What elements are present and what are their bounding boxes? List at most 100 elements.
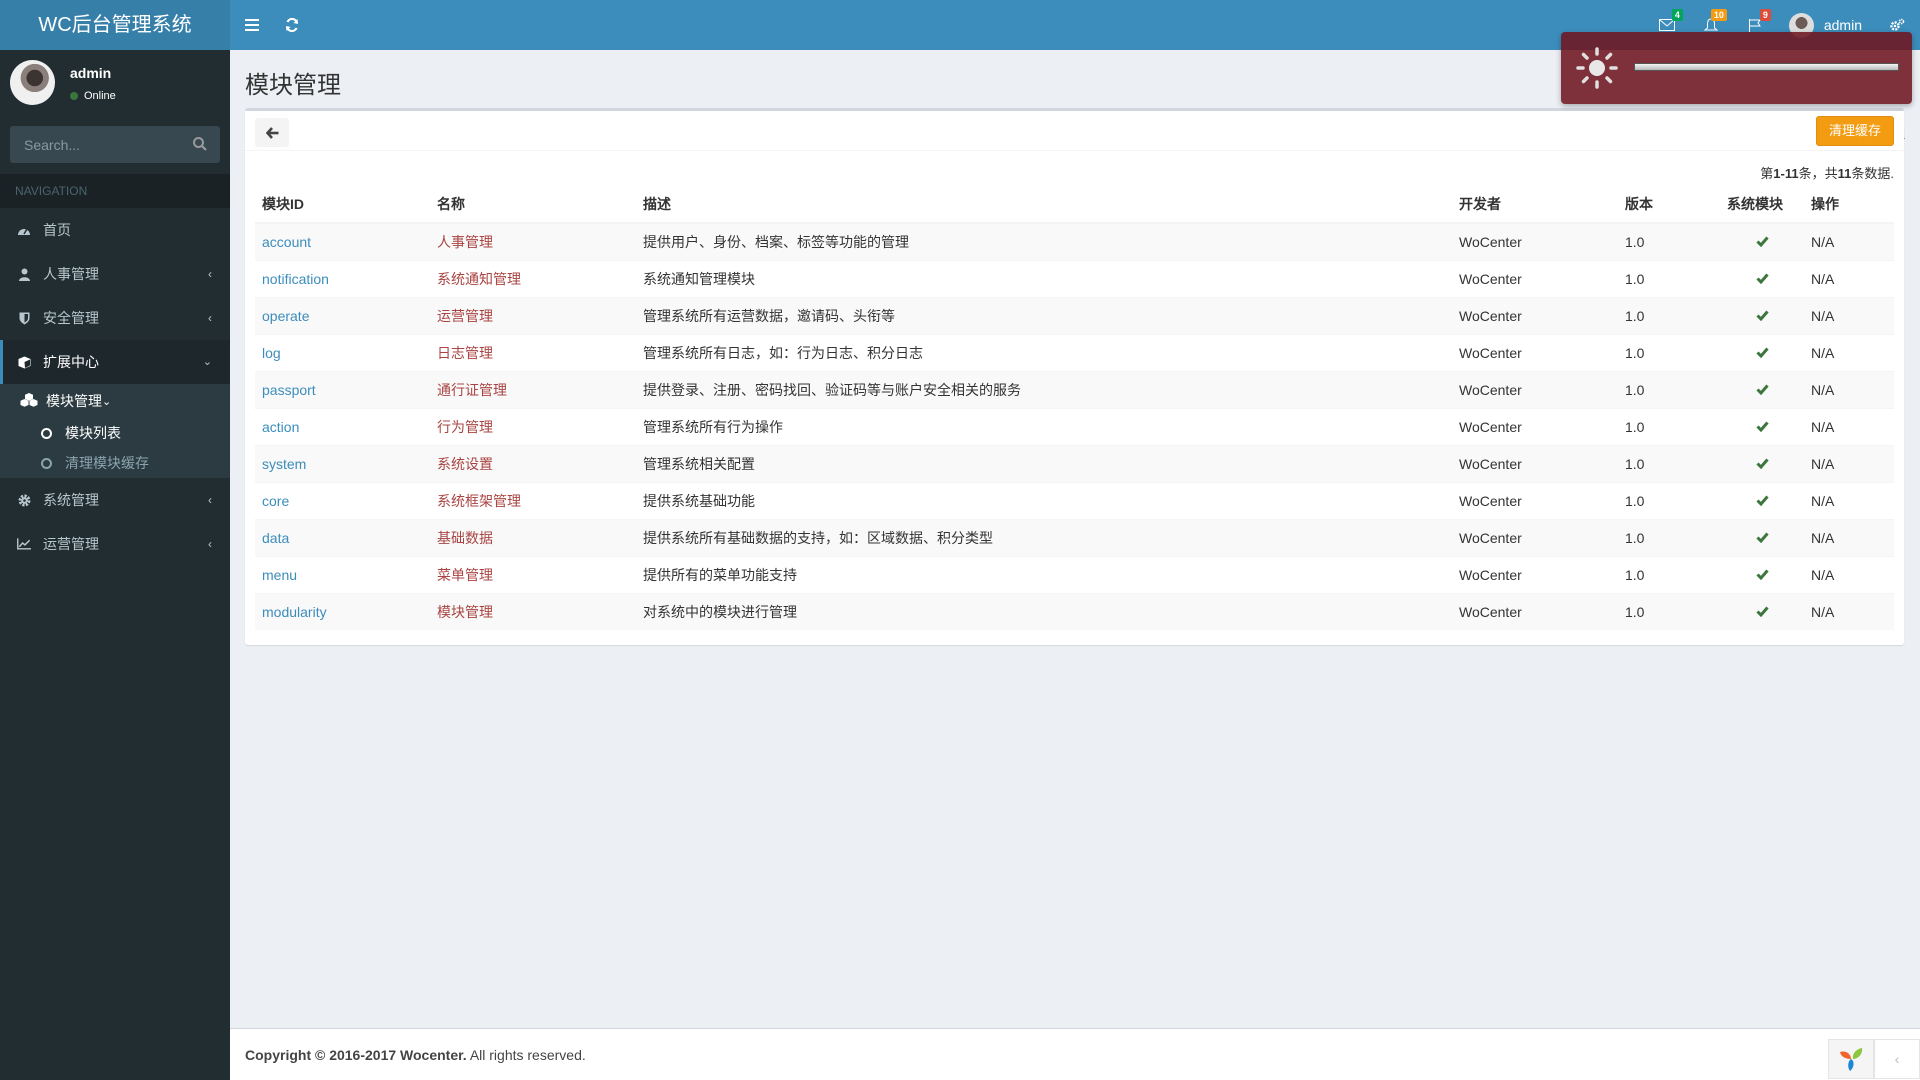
cell-developer: WoCenter bbox=[1452, 259, 1618, 297]
notifications-badge: 10 bbox=[1710, 9, 1727, 21]
shield-icon bbox=[17, 311, 31, 325]
table-row: data 基础数据 提供系统所有基础数据的支持，如：区域数据、积分类型 WoCente… bbox=[255, 518, 1894, 556]
sidebar-search-input[interactable] bbox=[10, 126, 220, 163]
summary-total: 11 bbox=[1837, 166, 1852, 181]
sidebar: admin Online NAVIGATION 首页 人事管理 ‹ 安全管理 ‹… bbox=[0, 50, 230, 1080]
sidebar-item-clear-module-cache[interactable]: 清理模块缓存 bbox=[0, 448, 230, 478]
module-name-link[interactable]: 运营管理 bbox=[437, 308, 493, 324]
cell-module-name: 日志管理 bbox=[430, 333, 636, 371]
module-id-link[interactable]: action bbox=[262, 419, 299, 435]
module-id-link[interactable]: menu bbox=[262, 567, 297, 583]
module-name-link[interactable]: 菜单管理 bbox=[437, 567, 493, 583]
table-row: account 人事管理 提供用户、身份、档案、标签等功能的管理 WoCenter 1.… bbox=[255, 222, 1894, 260]
loading-overlay bbox=[1561, 32, 1912, 104]
module-id-link[interactable]: account bbox=[262, 234, 311, 250]
module-id-link[interactable]: data bbox=[262, 530, 289, 546]
cell-system-module bbox=[1720, 444, 1804, 482]
cell-version: 1.0 bbox=[1618, 407, 1720, 445]
app-logo[interactable]: WC后台管理系统 bbox=[0, 0, 230, 50]
yii-debug-toolbar-logo[interactable] bbox=[1828, 1039, 1874, 1079]
table-row: log 日志管理 管理系统所有日志，如：行为日志、积分日志 WoCenter 1.0 N/… bbox=[255, 333, 1894, 371]
module-id-link[interactable]: modularity bbox=[262, 604, 327, 620]
module-table: 模块ID 名称 描述 开发者 版本 系统模块 操作 account 人事管理 提供用… bbox=[255, 186, 1894, 630]
cell-description: 提供登录、注册、密码找回、验证码等与账户安全相关的服务 bbox=[636, 370, 1452, 408]
check-icon bbox=[1755, 347, 1769, 358]
table-header-row: 模块ID 名称 描述 开发者 版本 系统模块 操作 bbox=[255, 186, 1894, 224]
sidebar-item-label: 安全管理 bbox=[43, 310, 99, 326]
module-name-link[interactable]: 模块管理 bbox=[437, 604, 493, 620]
check-icon bbox=[1755, 236, 1769, 247]
column-header-name[interactable]: 名称 bbox=[430, 186, 636, 224]
cell-description: 管理系统所有日志，如：行为日志、积分日志 bbox=[636, 333, 1452, 371]
column-header-id[interactable]: 模块ID bbox=[255, 186, 430, 224]
module-name-link[interactable]: 基础数据 bbox=[437, 530, 493, 546]
column-header-developer: 开发者 bbox=[1452, 186, 1618, 224]
sidebar-item-module-management[interactable]: 模块管理 ⌄ bbox=[0, 384, 230, 418]
debug-toolbar-toggle[interactable]: ‹ bbox=[1874, 1039, 1920, 1079]
back-button[interactable] bbox=[255, 118, 289, 147]
sidebar-item-system[interactable]: 系统管理 ‹ bbox=[0, 478, 230, 522]
tasks-badge: 9 bbox=[1759, 9, 1771, 21]
cell-developer: WoCenter bbox=[1452, 555, 1618, 593]
module-name-link[interactable]: 行为管理 bbox=[437, 419, 493, 435]
sidebar-item-security[interactable]: 安全管理 ‹ bbox=[0, 296, 230, 340]
cell-module-id: action bbox=[255, 407, 430, 445]
cell-actions: N/A bbox=[1804, 592, 1894, 630]
copyright-text: All rights reserved. bbox=[466, 1046, 586, 1063]
cell-description: 提供系统基础功能 bbox=[636, 481, 1452, 519]
module-name-link[interactable]: 人事管理 bbox=[437, 234, 493, 250]
cell-module-id: passport bbox=[255, 370, 430, 408]
module-id-link[interactable]: system bbox=[262, 456, 306, 472]
sidebar-item-module-list[interactable]: 模块列表 bbox=[0, 418, 230, 448]
module-id-link[interactable]: log bbox=[262, 345, 281, 361]
module-name-link[interactable]: 系统设置 bbox=[437, 456, 493, 472]
cell-developer: WoCenter bbox=[1452, 444, 1618, 482]
cell-system-module bbox=[1720, 555, 1804, 593]
cell-version: 1.0 bbox=[1618, 259, 1720, 297]
sidebar-item-extensions[interactable]: 扩展中心 ⌄ bbox=[0, 340, 230, 384]
chevron-left-icon: ‹ bbox=[208, 493, 212, 507]
module-id-link[interactable]: core bbox=[262, 493, 289, 509]
cell-actions: N/A bbox=[1804, 296, 1894, 334]
cell-developer: WoCenter bbox=[1452, 518, 1618, 556]
module-name-link[interactable]: 日志管理 bbox=[437, 345, 493, 361]
yii-logo-icon bbox=[1840, 1048, 1863, 1071]
user-avatar bbox=[10, 60, 55, 105]
module-name-link[interactable]: 通行证管理 bbox=[437, 382, 507, 398]
cell-system-module bbox=[1720, 370, 1804, 408]
search-icon[interactable] bbox=[192, 136, 208, 152]
refresh-button[interactable] bbox=[272, 0, 312, 50]
check-icon bbox=[1755, 273, 1769, 284]
sidebar-item-operations[interactable]: 运营管理 ‹ bbox=[0, 522, 230, 566]
cell-module-id: operate bbox=[255, 296, 430, 334]
module-id-link[interactable]: operate bbox=[262, 308, 309, 324]
cell-system-module bbox=[1720, 592, 1804, 630]
cell-description: 提供用户、身份、档案、标签等功能的管理 bbox=[636, 222, 1452, 260]
cell-system-module bbox=[1720, 296, 1804, 334]
cell-developer: WoCenter bbox=[1452, 481, 1618, 519]
online-dot-icon bbox=[70, 92, 78, 100]
check-icon bbox=[1755, 606, 1769, 617]
sidebar-toggle-button[interactable] bbox=[232, 0, 272, 50]
cubes-icon bbox=[20, 392, 38, 410]
messages-badge: 4 bbox=[1671, 9, 1683, 21]
chevron-left-icon: ‹ bbox=[208, 311, 212, 325]
chevron-left-icon: ‹ bbox=[1894, 1051, 1900, 1067]
clear-cache-button[interactable]: 清理缓存 bbox=[1816, 116, 1894, 146]
cell-description: 系统通知管理模块 bbox=[636, 259, 1452, 297]
sidebar-item-home[interactable]: 首页 bbox=[0, 208, 230, 252]
check-icon bbox=[1755, 532, 1769, 543]
module-name-link[interactable]: 系统框架管理 bbox=[437, 493, 521, 509]
sidebar-item-personnel[interactable]: 人事管理 ‹ bbox=[0, 252, 230, 296]
cell-actions: N/A bbox=[1804, 407, 1894, 445]
sidebar-username: admin bbox=[70, 65, 112, 81]
module-id-link[interactable]: notification bbox=[262, 271, 329, 287]
cell-developer: WoCenter bbox=[1452, 407, 1618, 445]
chevron-down-icon: ⌄ bbox=[202, 356, 212, 368]
module-id-link[interactable]: passport bbox=[262, 382, 316, 398]
main-footer: Copyright © 2016-2017 Wocenter. All righ… bbox=[230, 1028, 1920, 1080]
module-name-link[interactable]: 系统通知管理 bbox=[437, 271, 521, 287]
cell-system-module bbox=[1720, 407, 1804, 445]
sidebar-item-label: 扩展中心 bbox=[43, 354, 99, 370]
check-icon bbox=[1755, 495, 1769, 506]
